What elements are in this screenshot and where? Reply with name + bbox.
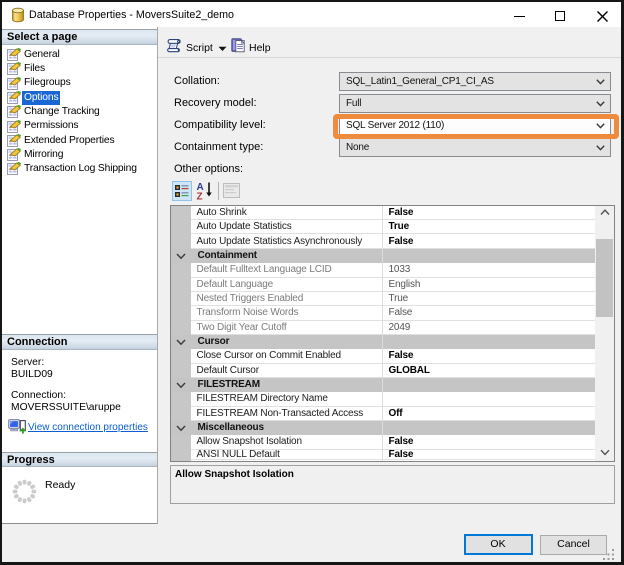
svg-text:Z: Z — [197, 192, 203, 202]
